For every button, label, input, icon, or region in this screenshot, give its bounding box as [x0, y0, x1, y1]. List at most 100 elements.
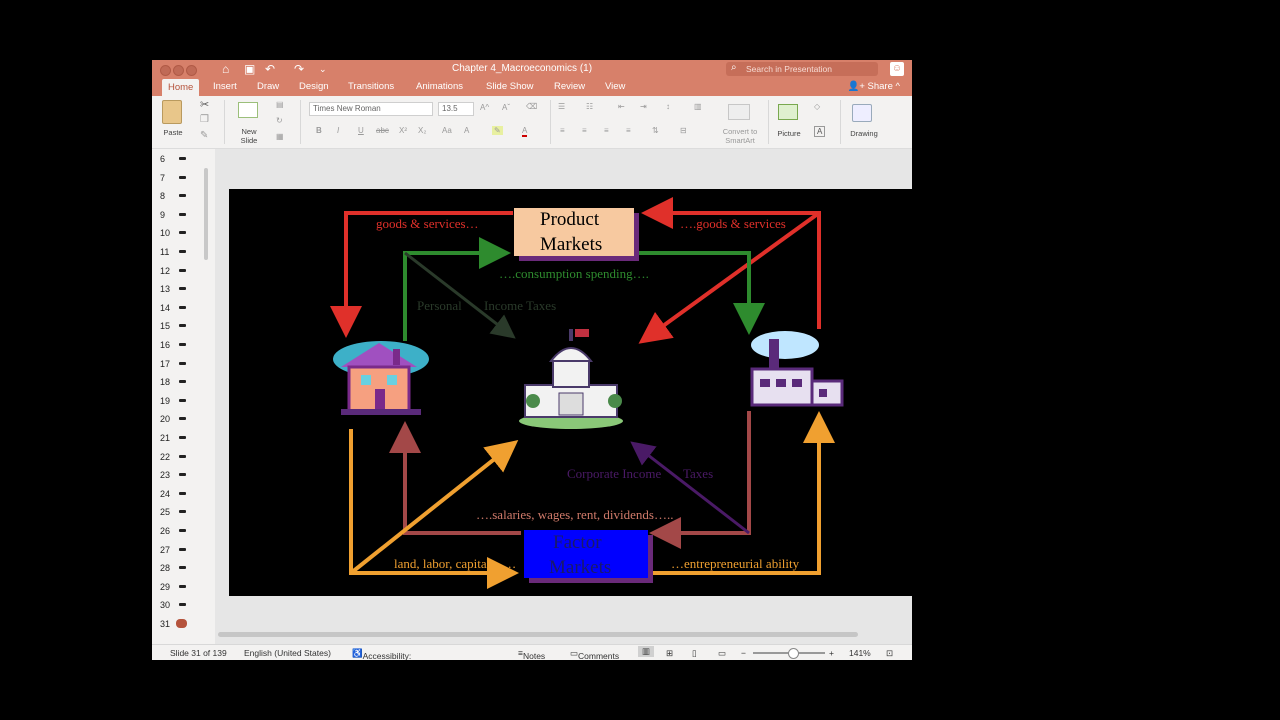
slide-thumbnail[interactable] — [179, 398, 186, 402]
slide-thumbnail[interactable] — [176, 619, 187, 628]
tab-animations[interactable]: Animations — [416, 81, 463, 92]
zoom-window-button[interactable] — [186, 65, 197, 76]
slide-thumbnail-number[interactable]: 23 — [160, 470, 170, 480]
tab-home[interactable]: Home — [162, 79, 200, 96]
text-direction-icon[interactable]: ⇅ — [652, 126, 659, 135]
search-input[interactable]: ⌕ Search in Presentation — [726, 62, 878, 76]
slide-thumbnail-number[interactable]: 31 — [160, 619, 170, 629]
justify-icon[interactable]: ≡ — [626, 126, 631, 135]
line-spacing-icon[interactable]: ↕ — [666, 102, 670, 111]
align-left-icon[interactable]: ≡ — [560, 126, 565, 135]
slide-thumbnail-number[interactable]: 12 — [160, 266, 170, 276]
font-size-select[interactable]: 13.5 — [438, 102, 474, 116]
numbering-icon[interactable]: ☷ — [586, 102, 593, 111]
slide-thumbnail-number[interactable]: 20 — [160, 414, 170, 424]
decrease-indent-icon[interactable]: ⇤ — [618, 102, 625, 111]
slide-thumbnail-number[interactable]: 25 — [160, 507, 170, 517]
home-icon[interactable]: ⌂ — [222, 62, 229, 76]
tab-draw[interactable]: Draw — [257, 81, 279, 92]
slide-thumbnail-number[interactable]: 11 — [160, 247, 169, 257]
slide-thumbnail[interactable] — [179, 380, 186, 384]
business-factory-icon[interactable] — [750, 331, 844, 407]
slide-thumbnail[interactable] — [179, 231, 186, 235]
align-center-icon[interactable]: ≡ — [582, 126, 587, 135]
redo-icon[interactable]: ↷ — [294, 62, 304, 76]
layout-icon[interactable]: ▤ — [276, 100, 284, 109]
slide-thumbnail-number[interactable]: 21 — [160, 433, 170, 443]
bold-icon[interactable]: B — [316, 126, 322, 135]
change-case-icon[interactable]: Aa — [442, 126, 452, 135]
increase-font-icon[interactable]: A^ — [480, 103, 489, 112]
slide-thumbnail-number[interactable]: 19 — [160, 396, 170, 406]
close-window-button[interactable] — [160, 65, 171, 76]
save-icon[interactable]: ▣ — [244, 62, 255, 76]
slide-thumbnail-number[interactable]: 24 — [160, 489, 170, 499]
bullets-icon[interactable]: ☰ — [558, 102, 565, 111]
slide-thumbnail-number[interactable]: 10 — [160, 228, 170, 238]
format-painter-icon[interactable]: ✎ — [200, 130, 208, 141]
slide-thumbnail-number[interactable]: 29 — [160, 582, 170, 592]
subscript-icon[interactable]: X₂ — [418, 126, 426, 135]
tab-transitions[interactable]: Transitions — [348, 81, 394, 92]
slide-thumbnail-number[interactable]: 6 — [160, 154, 165, 164]
slide-thumbnail-number[interactable]: 18 — [160, 377, 170, 387]
slide-thumbnail[interactable] — [179, 305, 186, 309]
tab-review[interactable]: Review — [554, 81, 585, 92]
superscript-icon[interactable]: X² — [399, 126, 407, 135]
copy-icon[interactable]: ❐ — [200, 114, 209, 125]
decrease-font-icon[interactable]: Aˇ — [502, 103, 510, 112]
slide-thumbnail[interactable] — [179, 287, 186, 291]
slideshow-view-icon[interactable]: ▭ — [718, 648, 726, 659]
slide-thumbnail[interactable] — [179, 454, 186, 458]
drawing-icon[interactable] — [852, 104, 872, 122]
comments-button[interactable]: ▭ Comments — [570, 648, 619, 660]
zoom-out-icon[interactable]: − — [741, 648, 746, 658]
slide-thumbnail[interactable] — [179, 343, 186, 346]
household-house-icon[interactable] — [333, 341, 429, 415]
tab-slide-show[interactable]: Slide Show — [486, 81, 534, 92]
undo-icon[interactable]: ↶ — [265, 62, 275, 76]
slide-thumbnail-number[interactable]: 7 — [160, 173, 165, 183]
slide-thumbnail-number[interactable]: 13 — [160, 284, 170, 294]
smartart-icon[interactable] — [728, 104, 750, 120]
slide-thumbnail[interactable] — [179, 361, 186, 365]
font-color-icon[interactable]: A — [522, 126, 528, 137]
slide-thumbnail-number[interactable]: 9 — [160, 210, 165, 220]
slide-thumbnail[interactable] — [179, 250, 186, 253]
slide-thumbnail[interactable] — [179, 473, 186, 477]
tab-design[interactable]: Design — [299, 81, 329, 92]
zoom-slider-thumb[interactable] — [788, 648, 799, 659]
zoom-level[interactable]: 141% — [849, 648, 871, 658]
language-status[interactable]: English (United States) — [244, 648, 331, 658]
italic-icon[interactable]: I — [337, 126, 339, 135]
normal-view-icon[interactable]: ▥ — [638, 646, 655, 657]
increase-indent-icon[interactable]: ⇥ — [640, 102, 647, 111]
notes-button[interactable]: ≡ Notes — [518, 648, 545, 660]
font-name-select[interactable]: Times New Roman — [309, 102, 433, 116]
slide-thumbnail[interactable] — [179, 436, 186, 439]
slide-thumbnail-number[interactable]: 28 — [160, 563, 170, 573]
new-slide-icon[interactable] — [238, 102, 258, 118]
slide-thumbnail[interactable] — [179, 194, 186, 198]
slide-thumbnail[interactable] — [179, 603, 186, 607]
slide-thumbnail[interactable] — [179, 157, 186, 160]
columns-icon[interactable]: ▥ — [694, 102, 702, 111]
text-effects-icon[interactable]: A — [464, 126, 469, 135]
share-button[interactable]: 👤+ Share ^ — [848, 81, 901, 92]
slide-thumbnail-number[interactable]: 22 — [160, 452, 170, 462]
clear-format-icon[interactable]: ⌫ — [526, 102, 537, 111]
profile-icon[interactable]: ☺ — [890, 62, 904, 76]
slide-thumbnail[interactable] — [179, 529, 186, 532]
slide-sorter-icon[interactable]: ⊞ — [666, 648, 673, 659]
slide-thumbnail[interactable] — [179, 268, 186, 272]
slide-thumbnail[interactable] — [179, 491, 186, 495]
slide-thumbnail-number[interactable]: 17 — [160, 359, 170, 369]
align-right-icon[interactable]: ≡ — [604, 126, 609, 135]
section-icon[interactable]: ▦ — [276, 132, 284, 141]
slide-thumbnail-number[interactable]: 27 — [160, 545, 170, 555]
slide-thumbnail-number[interactable]: 8 — [160, 191, 165, 201]
zoom-in-icon[interactable]: + — [829, 648, 834, 658]
slide-thumbnail[interactable] — [179, 324, 186, 328]
tab-insert[interactable]: Insert — [213, 81, 237, 92]
slide-thumbnail-number[interactable]: 16 — [160, 340, 170, 350]
